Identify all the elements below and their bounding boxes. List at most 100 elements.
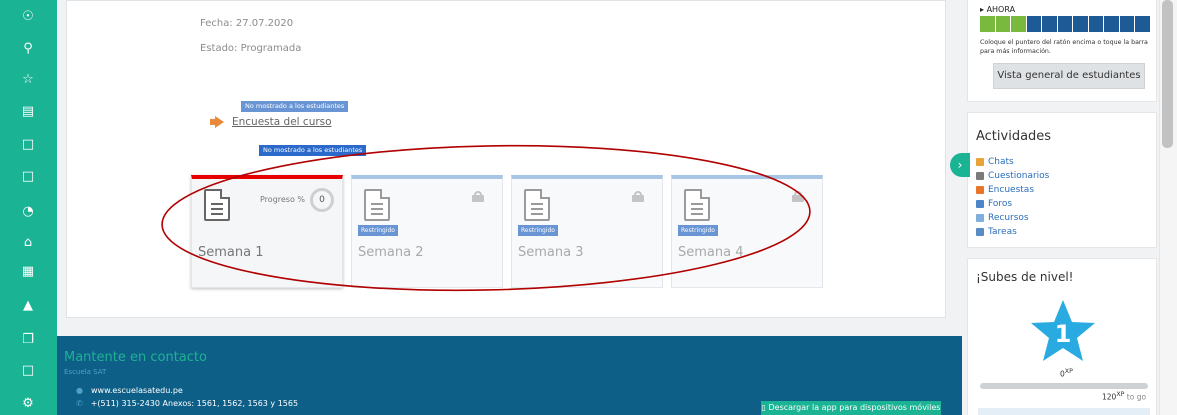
scrollbar-thumb[interactable] — [1162, 0, 1173, 148]
progress-segment[interactable] — [1057, 16, 1073, 32]
course-survey-label: Encuesta del curso — [232, 116, 332, 128]
restricted-badge: Restringido — [518, 225, 558, 236]
next-panel-strip — [978, 408, 1150, 415]
activity-label: Cuestionarios — [988, 171, 1050, 181]
copy-icon[interactable]: ❐ — [19, 331, 37, 349]
now-label: AHORA — [986, 5, 1016, 14]
progress-bar[interactable] — [980, 16, 1151, 32]
activity-icon — [976, 228, 984, 236]
folder-icon[interactable]: □ — [19, 362, 37, 380]
level-star-badge: 1 — [1031, 300, 1095, 361]
level-up-title: ¡Subes de nivel! — [976, 270, 1074, 284]
activity-label: Foros — [988, 199, 1013, 209]
folder-icon[interactable]: □ — [19, 168, 37, 186]
progress-panel: ▸ AHORA Coloque el puntero del ratón enc… — [967, 0, 1157, 102]
now-marker: ▸ AHORA — [980, 5, 1016, 14]
footer-website-text: www.escuelasatedu.pe — [90, 386, 183, 395]
calendar-icon[interactable]: ▦ — [19, 263, 37, 281]
footer-phone: ✆ +(511) 315-2430 Anexos: 1561, 1562, 15… — [76, 399, 298, 408]
award-icon[interactable]: ☉ — [19, 8, 37, 26]
gauge-icon[interactable]: ◔ — [19, 203, 37, 221]
megaphone-icon — [210, 116, 226, 128]
week-card-1[interactable]: Progreso % 0 Semana 1 — [191, 175, 343, 288]
xp-current: 0XP — [1060, 368, 1073, 379]
week-title: Semana 1 — [198, 245, 264, 260]
star-icon[interactable]: ☆ — [19, 71, 37, 89]
activity-label: Chats — [988, 157, 1014, 167]
activity-label: Encuestas — [988, 185, 1035, 195]
document-icon — [364, 189, 390, 221]
left-nav-rail: ☉ ⚲ ☆ ▤ □ □ ◔ ⌂ ▦ ▲ ❐ □ ⚙ — [0, 0, 57, 415]
activity-icon — [976, 172, 984, 180]
progress-segment[interactable] — [1088, 16, 1104, 32]
progress-segment[interactable] — [1073, 16, 1088, 32]
week-card-3[interactable]: Restringido Semana 3 — [511, 175, 663, 288]
activity-label: Recursos — [988, 213, 1029, 223]
gear-icon[interactable]: ⚙ — [19, 395, 37, 413]
week-title: Semana 3 — [518, 245, 584, 260]
activity-link-foros[interactable]: Foros — [976, 199, 1012, 209]
document-icon — [684, 189, 710, 221]
restricted-badge: Restringido — [678, 225, 718, 236]
lock-icon — [792, 191, 804, 202]
activity-label: Tareas — [988, 227, 1017, 237]
progress-segment[interactable] — [1026, 16, 1042, 32]
week-card-4[interactable]: Restringido Semana 4 — [671, 175, 823, 288]
document-icon — [204, 189, 230, 221]
progress-segment[interactable] — [1104, 16, 1119, 32]
course-survey-link[interactable]: Encuesta del curso — [210, 116, 332, 128]
activity-link-tareas[interactable]: Tareas — [976, 227, 1017, 237]
activity-link-cuestionarios[interactable]: Cuestionarios — [976, 171, 1049, 181]
progress-segment[interactable] — [1135, 16, 1151, 32]
activity-icon — [976, 214, 984, 222]
xp-goal-value: 120 — [1102, 392, 1117, 402]
medal-icon[interactable]: ⚲ — [19, 40, 37, 58]
home-icon[interactable]: ⌂ — [19, 234, 37, 252]
lock-icon — [472, 191, 484, 202]
xp-goal-unit: XP — [1116, 391, 1125, 398]
level-number: 1 — [1055, 320, 1072, 348]
week-title: Semana 4 — [678, 245, 744, 260]
course-status: Estado: Programada — [200, 43, 302, 54]
download-app-button[interactable]: ▯ Descargar la app para dispositivos móv… — [761, 401, 941, 415]
week-title: Semana 2 — [358, 245, 424, 260]
activity-link-recursos[interactable]: Recursos — [976, 213, 1029, 223]
activities-title: Actividades — [976, 129, 1052, 144]
xp-progress-bar — [980, 383, 1148, 389]
hidden-from-students-badge: No mostrado a los estudiantes — [259, 145, 367, 156]
progress-hint: Coloque el puntero del ratón encima o to… — [980, 39, 1148, 55]
xp-goal-suffix: to go — [1126, 392, 1147, 402]
progress-segment[interactable] — [995, 16, 1011, 32]
week-card-2[interactable]: Restringido Semana 2 — [351, 175, 503, 288]
sidebar-toggle-chevron-icon[interactable]: › — [950, 153, 970, 177]
progress-label: Progreso % — [260, 195, 306, 204]
footer-website[interactable]: ● www.escuelasatedu.pe — [76, 386, 183, 395]
progress-segment[interactable] — [1119, 16, 1135, 32]
document-icon — [524, 189, 550, 221]
progress-segment[interactable] — [1042, 16, 1057, 32]
course-date: Fecha: 27.07.2020 — [200, 18, 294, 29]
xp-goal: 120XP to go — [1102, 391, 1146, 402]
activity-link-chats[interactable]: Chats — [976, 157, 1014, 167]
restricted-badge: Restringido — [358, 225, 398, 236]
download-app-label: Descargar la app para dispositivos móvil… — [768, 403, 941, 412]
book-icon[interactable]: ▤ — [19, 103, 37, 121]
graduation-cap-icon[interactable]: ▲ — [19, 297, 37, 315]
xp-unit: XP — [1064, 368, 1073, 375]
footer-phone-text: +(511) 315-2430 Anexos: 1561, 1562, 1563… — [90, 399, 299, 408]
progress-segment[interactable] — [1011, 16, 1026, 32]
site-footer: Mantente en contacto Escuela SAT ● www.e… — [57, 336, 962, 415]
progress-ring: 0 — [310, 188, 334, 212]
globe-icon: ● — [76, 386, 83, 395]
activity-icon — [976, 186, 984, 194]
student-overview-button[interactable]: Vista general de estudiantes — [993, 63, 1145, 89]
activity-link-encuestas[interactable]: Encuestas — [976, 185, 1034, 195]
lock-icon — [632, 191, 644, 202]
progress-segment[interactable] — [980, 16, 995, 32]
hidden-from-students-badge: No mostrado a los estudiantes — [241, 101, 349, 112]
activity-icon — [976, 200, 984, 208]
activity-icon — [976, 158, 984, 166]
folder-icon[interactable]: □ — [19, 136, 37, 154]
phone-icon: ✆ — [76, 399, 83, 408]
footer-heading: Mantente en contacto — [64, 350, 207, 365]
